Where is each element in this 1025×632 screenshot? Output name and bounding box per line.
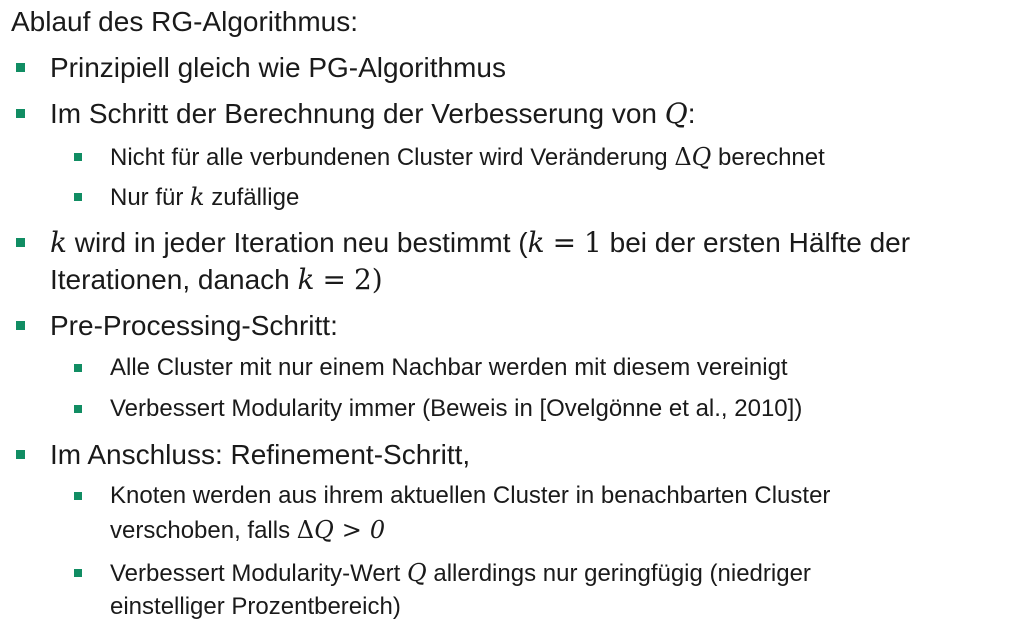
text-segment: Nur für — [110, 184, 191, 211]
square-bullet-icon — [16, 450, 25, 459]
bullet-text: Iterationen, danach k = 2) — [50, 262, 383, 298]
square-bullet-icon — [16, 321, 25, 330]
text-segment: ) — [371, 263, 383, 296]
math-number: 0 — [369, 516, 386, 544]
bullet-text: Prinzipiell gleich wie PG-Algorithmus — [50, 52, 506, 83]
math-k: k — [190, 183, 205, 211]
square-bullet-icon — [74, 569, 82, 577]
square-bullet-icon — [74, 492, 82, 500]
bullet-text: Im Schritt der Berechnung der Verbesseru… — [50, 96, 696, 132]
slide: Ablauf des RG-Algorithmus: Prinzipiell g… — [0, 0, 1025, 632]
math-k: k — [527, 226, 545, 259]
square-bullet-icon — [74, 405, 82, 413]
math-k: k — [50, 226, 67, 259]
math-q: Q — [407, 559, 427, 587]
bullet-text: Verbessert Modularity immer (Beweis in [… — [110, 395, 803, 422]
bullet-text: Im Anschluss: Refinement-Schritt, — [50, 439, 471, 470]
math-equals: = — [322, 263, 346, 296]
math-number: 2 — [353, 263, 372, 296]
math-delta: Δ — [296, 516, 315, 544]
bullet-text: Knoten werden aus ihrem aktuellen Cluste… — [110, 482, 831, 509]
text-segment: Nicht für alle verbundenen Cluster wird … — [110, 144, 675, 171]
square-bullet-icon — [16, 238, 25, 247]
bullet-text: Nur für k zufällige — [110, 182, 299, 213]
bullet-text: Verbessert Modularity-Wert Q allerdings … — [110, 558, 811, 589]
bullet-text: Nicht für alle verbundenen Cluster wird … — [110, 142, 825, 173]
text-segment: : — [687, 98, 696, 129]
math-q: Q — [664, 97, 688, 130]
slide-heading: Ablauf des RG-Algorithmus: — [11, 6, 359, 37]
text-segment: Iterationen, danach — [50, 264, 298, 295]
text-segment: Verbessert Modularity-Wert — [110, 560, 407, 587]
math-k: k — [297, 263, 315, 296]
square-bullet-icon — [74, 193, 82, 201]
bullet-text: verschoben, falls ΔQ >0 — [110, 515, 385, 546]
text-segment: Im Schritt der Berechnung der Verbesseru… — [50, 98, 665, 129]
math-q: Q — [314, 516, 334, 544]
bullet-text: Pre-Processing-Schritt: — [50, 310, 338, 341]
square-bullet-icon — [74, 153, 82, 161]
text-segment: allerdings nur geringfügig (niedriger — [426, 560, 811, 587]
bullet-text: Alle Cluster mit nur einem Nachbar werde… — [110, 354, 788, 381]
math-q: Q — [691, 143, 712, 171]
text-segment: zufällige — [204, 184, 300, 211]
square-bullet-icon — [74, 364, 82, 372]
math-delta: Δ — [674, 143, 692, 171]
text-segment: berechnet — [711, 144, 825, 171]
text-segment: wird in jeder Iteration neu bestimmt ( — [66, 227, 528, 258]
bullet-text: k wird in jeder Iteration neu bestimmt (… — [50, 225, 910, 261]
bullet-text: einstelliger Prozentbereich) — [110, 593, 401, 620]
square-bullet-icon — [16, 63, 25, 72]
text-segment: verschoben, falls — [110, 517, 297, 544]
math-greater-than: > — [341, 516, 362, 544]
text-segment: bei der ersten Hälfte der — [601, 227, 911, 258]
square-bullet-icon — [16, 109, 25, 118]
math-number: 1 — [584, 226, 602, 259]
math-equals: = — [552, 226, 577, 259]
